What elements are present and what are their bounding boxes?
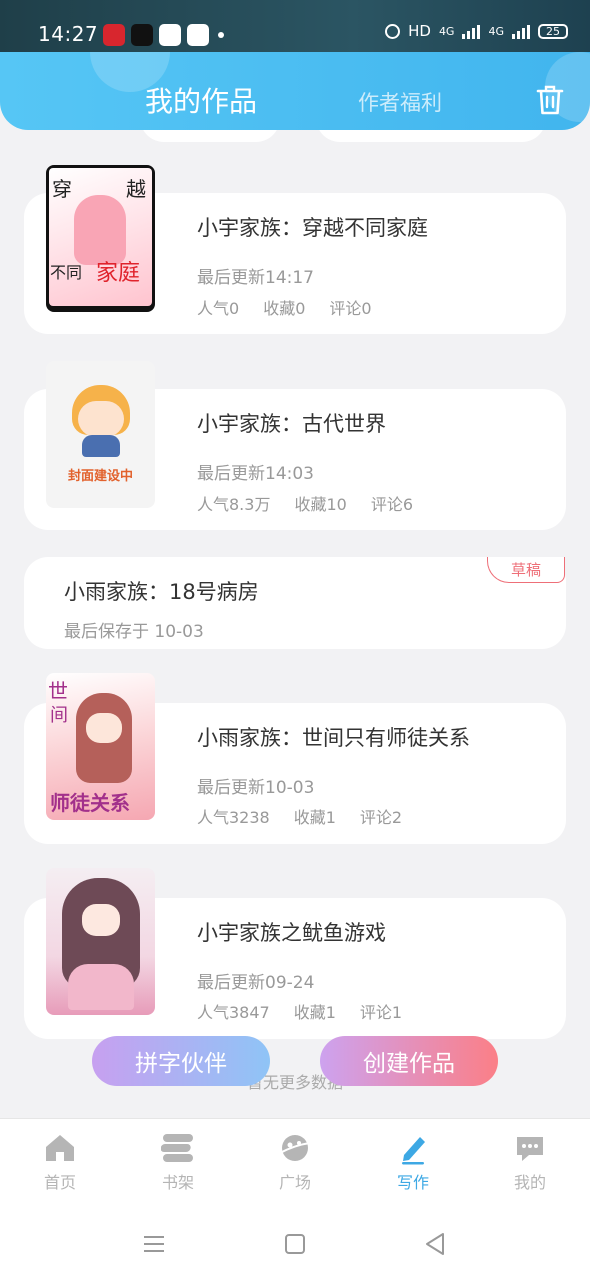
work-stats: 人气3238 收藏1 评论2	[197, 804, 426, 828]
comments-count: 评论6	[370, 495, 414, 514]
work-updated: 最后更新14:17	[197, 268, 314, 288]
cover-text: 家庭	[96, 261, 141, 286]
favorites-count: 收藏1	[293, 1003, 336, 1022]
header: 我的作品 作者福利	[0, 52, 590, 130]
cover-text: 世	[48, 679, 68, 703]
favorites-count: 收藏1	[293, 808, 336, 827]
work-cover[interactable]: 穿 越 不同 家庭	[46, 165, 155, 312]
draft-saved-time: 最后保存于 10-03	[64, 622, 204, 642]
popularity-count: 人气0	[197, 299, 240, 318]
work-updated: 最后更新14:03	[197, 464, 314, 484]
favorites-count: 收藏0	[263, 299, 306, 318]
tab-my-works[interactable]: 我的作品	[145, 80, 257, 120]
favorites-count: 收藏10	[294, 495, 347, 514]
comments-count: 评论2	[359, 808, 403, 827]
status-time: 14:27	[38, 22, 99, 46]
nav-label: 书架	[161, 1173, 194, 1192]
bottom-navigation: 首页 书架 广场 写作 我的	[0, 1118, 590, 1207]
cover-text: 师徒关系	[50, 791, 130, 815]
battery-icon: 25	[538, 23, 568, 39]
work-updated: 最后更新09-24	[197, 973, 315, 993]
nav-item-mine[interactable]: 我的	[495, 1131, 565, 1193]
cover-mascot-face	[78, 401, 124, 437]
cover-character-face	[82, 904, 120, 936]
chat-bubble-icon	[517, 1137, 543, 1161]
bookshelf-icon	[161, 1134, 193, 1162]
draft-title[interactable]: 小雨家族：18号病房	[64, 576, 259, 606]
comments-count: 评论1	[359, 1003, 403, 1022]
nav-item-home[interactable]: 首页	[25, 1131, 95, 1193]
nav-label: 写作	[396, 1173, 429, 1192]
nav-item-write[interactable]: 写作	[378, 1131, 448, 1193]
cover-character-dress	[68, 964, 134, 1010]
work-cover[interactable]: 封面建设中	[46, 361, 155, 508]
status-bar: 14:27 HD 4G 4G 25	[0, 0, 590, 60]
menu-icon[interactable]	[143, 1234, 165, 1254]
work-title[interactable]: 小宇家族：古代世界	[197, 408, 386, 438]
home-square-icon[interactable]	[284, 1233, 306, 1255]
work-cover[interactable]	[46, 868, 155, 1015]
create-work-button[interactable]: 创建作品	[320, 1036, 498, 1086]
work-updated: 最后更新10-03	[197, 778, 315, 798]
comments-count: 评论0	[329, 299, 372, 318]
tiktok-notification-icon	[131, 24, 153, 46]
cover-character-face	[86, 713, 122, 743]
app-notification-icon	[159, 24, 181, 46]
system-navigation-bar	[0, 1206, 590, 1280]
trash-icon[interactable]	[536, 84, 564, 116]
work-cover[interactable]: 世 间 师徒关系	[46, 673, 155, 820]
home-icon	[46, 1135, 74, 1161]
nav-item-bookshelf[interactable]: 书架	[143, 1131, 213, 1193]
work-title[interactable]: 小雨家族：世间只有师徒关系	[197, 722, 470, 752]
network-label: 4G	[488, 24, 504, 38]
network-label: 4G	[438, 24, 455, 38]
nav-label: 我的	[513, 1173, 546, 1192]
more-notifications-dot	[218, 32, 224, 38]
cover-text: 间	[50, 705, 68, 726]
cover-placeholder-text: 封面建设中	[67, 469, 133, 484]
typing-partner-button[interactable]: 拼字伙伴	[92, 1036, 270, 1086]
popularity-count: 人气8.3万	[197, 495, 271, 514]
popularity-count: 人气3238	[197, 808, 270, 827]
alarm-icon	[385, 23, 401, 39]
draft-badge: 草稿	[487, 557, 565, 583]
back-icon[interactable]	[424, 1232, 446, 1256]
cover-mascot-body	[82, 435, 120, 457]
signal-icon	[462, 23, 481, 39]
no-more-data-text: 暂无更多数据	[246, 1073, 343, 1092]
work-title[interactable]: 小宇家族之鱿鱼游戏	[197, 917, 386, 947]
nav-item-square[interactable]: 广场	[260, 1131, 330, 1193]
work-stats: 人气8.3万 收藏10 评论6	[197, 491, 437, 515]
work-title[interactable]: 小宇家族：穿越不同家庭	[197, 212, 428, 242]
cover-text: 越	[126, 177, 146, 201]
cover-text: 不同	[50, 263, 83, 282]
work-stats: 人气0 收藏0 评论0	[197, 295, 396, 319]
work-stats: 人气3847 收藏1 评论1	[197, 999, 426, 1023]
nav-label: 首页	[43, 1173, 76, 1192]
video-app-notification-icon	[187, 24, 209, 46]
planet-icon	[279, 1135, 311, 1161]
hd-indicator: HD	[408, 22, 431, 40]
cover-text: 穿	[52, 177, 72, 201]
app-notification-icon	[103, 24, 125, 46]
nav-label: 广场	[278, 1173, 311, 1192]
pen-icon	[402, 1137, 425, 1165]
signal-icon	[512, 23, 530, 39]
tab-author-welfare[interactable]: 作者福利	[358, 87, 442, 117]
popularity-count: 人气3847	[197, 1003, 270, 1022]
